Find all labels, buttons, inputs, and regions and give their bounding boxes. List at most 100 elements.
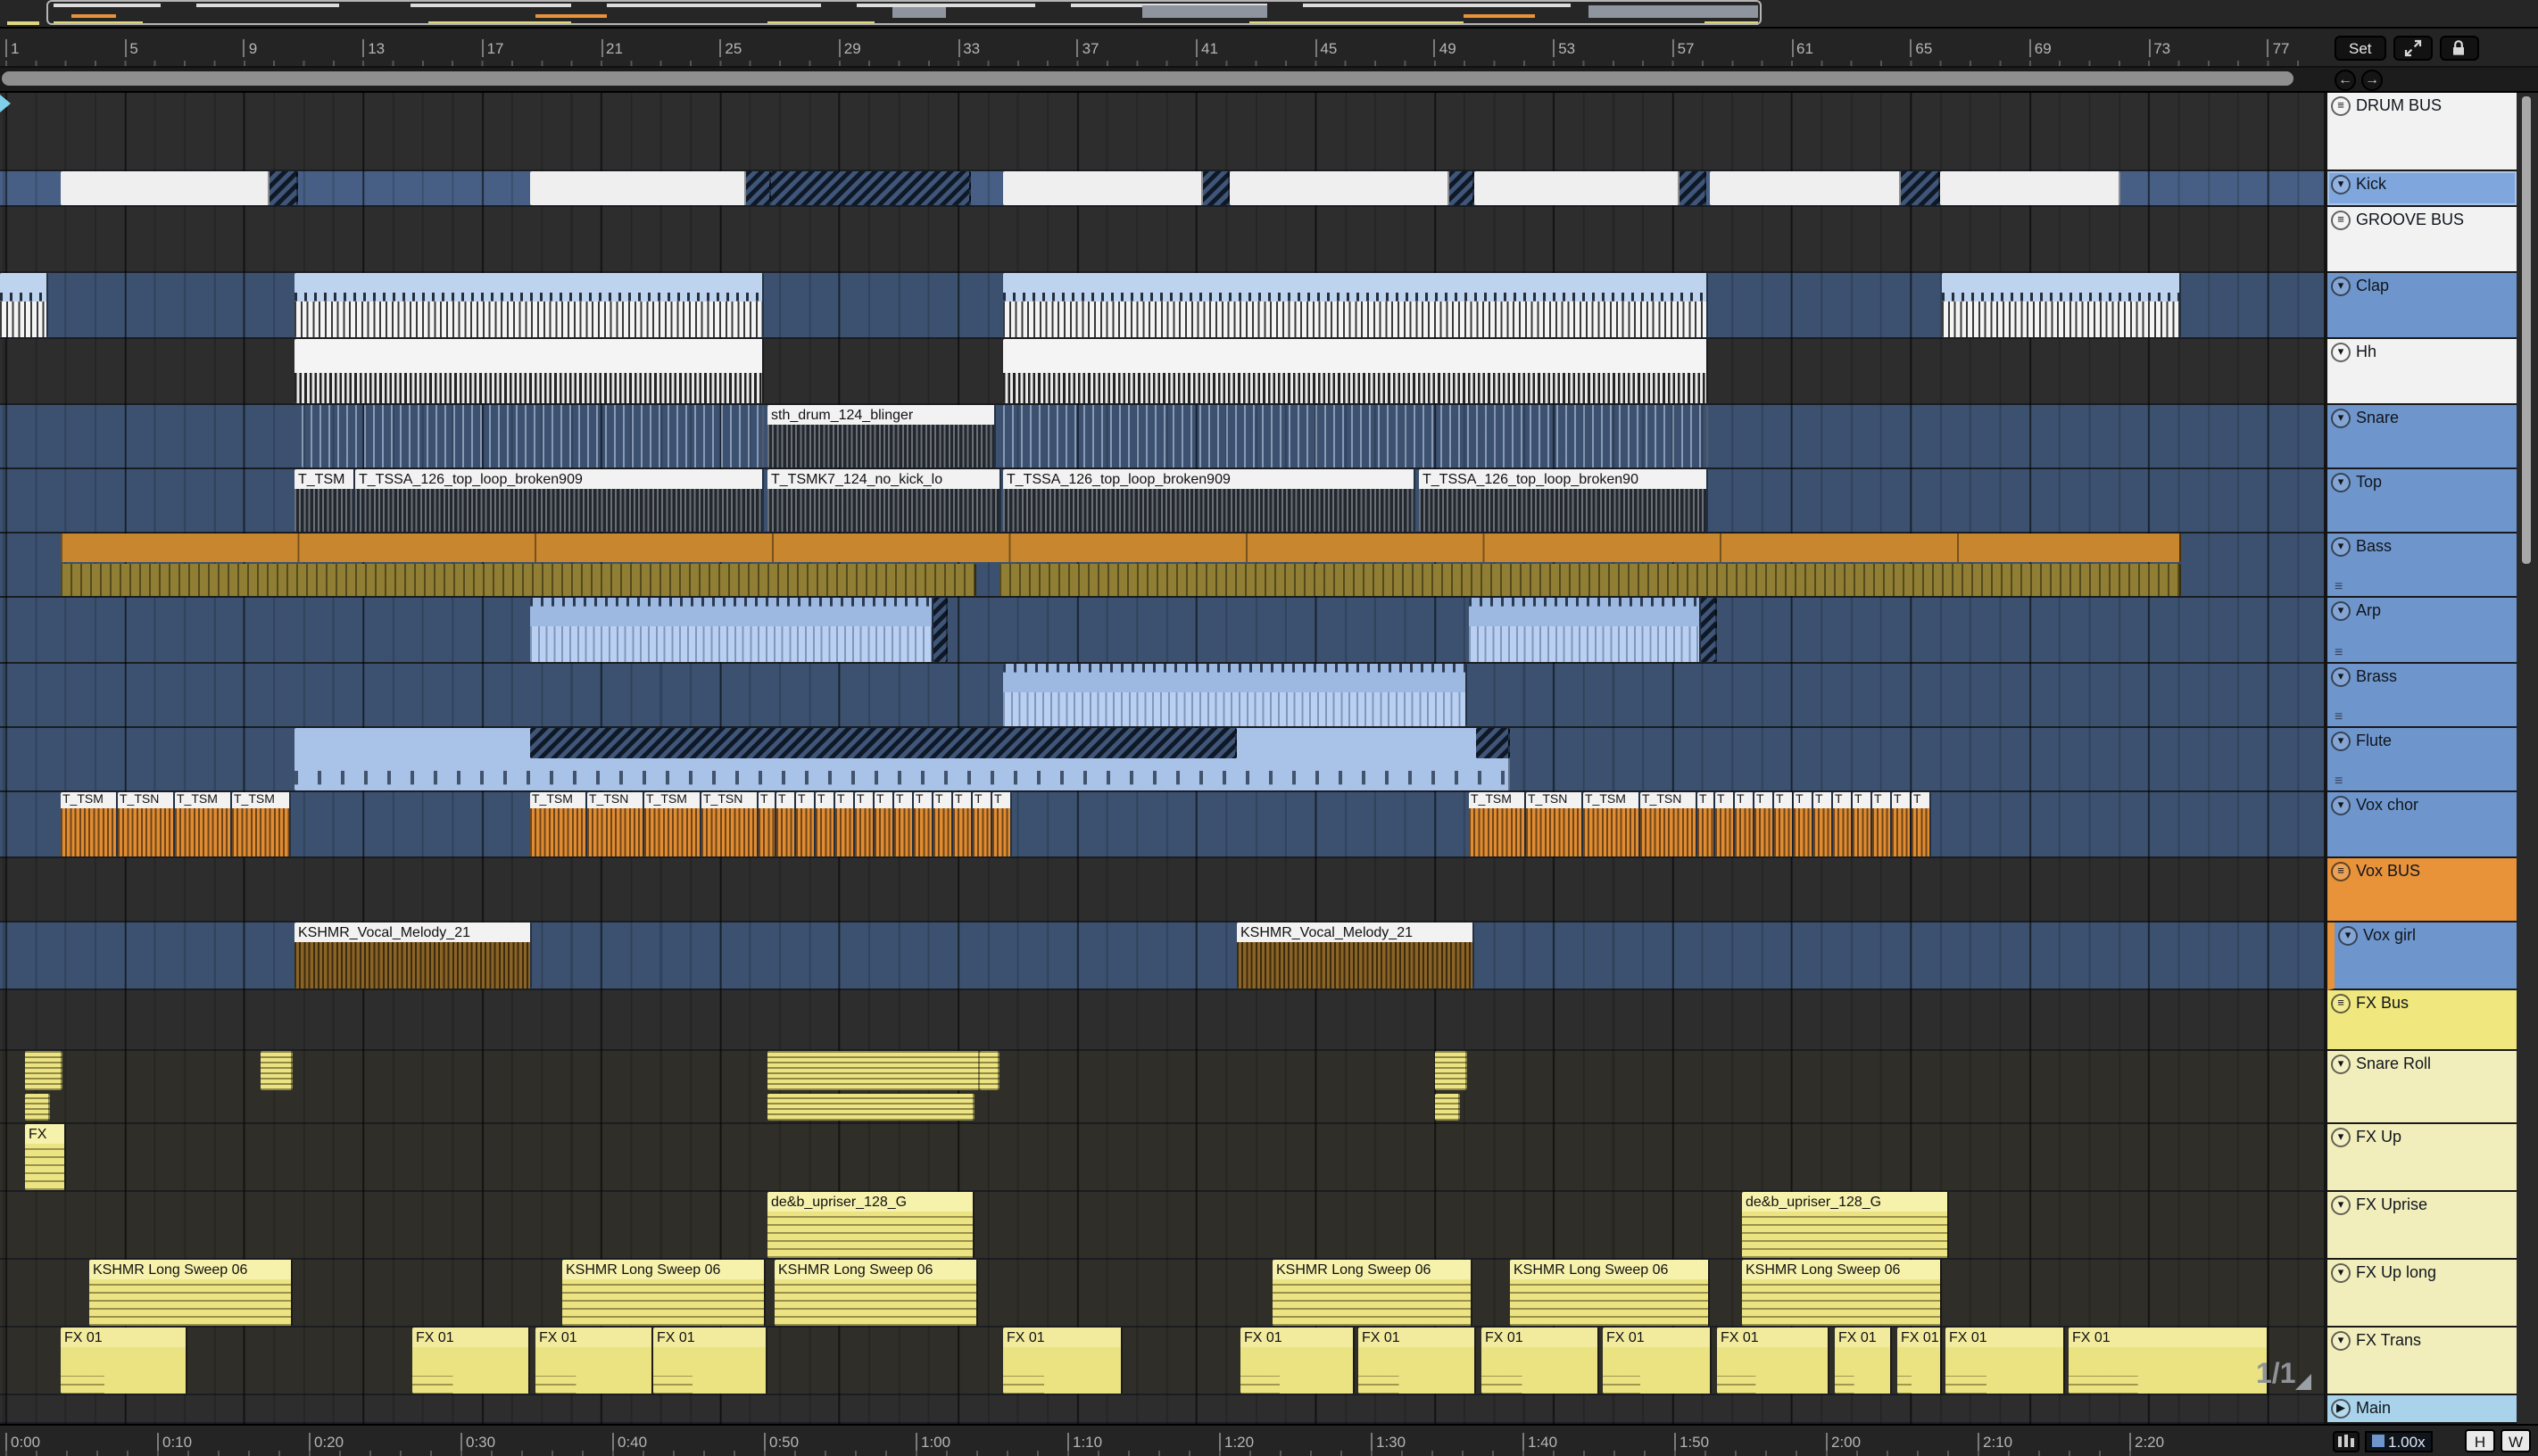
play-icon[interactable]: ▶ xyxy=(2331,1399,2351,1419)
track-header-snare[interactable]: ▾ Snare xyxy=(2327,405,2517,469)
fold-icon[interactable]: ▾ xyxy=(2331,667,2351,687)
clip-vox-chor[interactable]: T xyxy=(1813,792,1833,856)
clip-vox-chor[interactable]: T xyxy=(1735,792,1754,856)
track-lane-snare-roll[interactable] xyxy=(0,1051,2324,1124)
clip-vox-chor[interactable]: T xyxy=(796,792,816,856)
track-header-brass[interactable]: ▾ Brass ≡ xyxy=(2327,664,2517,728)
nav-right-button[interactable]: → xyxy=(2361,69,2383,90)
clip-fx-trans[interactable]: FX 01 xyxy=(412,1328,530,1394)
track-lane-vox-chor[interactable] xyxy=(0,792,2324,858)
clip-kick[interactable] xyxy=(1203,171,1230,205)
clip-fx-uprise[interactable]: de&b_upriser_128_G xyxy=(767,1192,975,1258)
clip-arp[interactable] xyxy=(1469,598,1701,662)
clip-fx-trans[interactable]: FX 01 xyxy=(535,1328,653,1394)
track-header-main[interactable]: ▶ Main xyxy=(2327,1395,2517,1424)
clip-snare-roll[interactable] xyxy=(1435,1093,1460,1121)
clip-fx-up-long[interactable]: KSHMR Long Sweep 06 xyxy=(1510,1260,1710,1326)
h-button[interactable]: H xyxy=(2465,1429,2495,1452)
track-header-groove-bus[interactable]: ≡ GROOVE BUS xyxy=(2327,207,2517,273)
track-header-vox-bus[interactable]: ≡ Vox BUS xyxy=(2327,858,2517,922)
vertical-scrollbar[interactable] xyxy=(2517,93,2538,1424)
track-header-drum-bus[interactable]: ≡ DRUM BUS xyxy=(2327,93,2517,171)
clip-fx-trans[interactable]: FX 01 xyxy=(653,1328,767,1394)
clip-vox-chor[interactable]: T_TSM xyxy=(644,792,701,856)
clip-vox-chor[interactable]: T xyxy=(816,792,835,856)
vertical-scrollbar-thumb[interactable] xyxy=(2522,96,2531,564)
fold-icon[interactable]: ▾ xyxy=(2331,1195,2351,1215)
clip-vox-chor[interactable]: T xyxy=(1872,792,1892,856)
playback-speed-field[interactable]: 1.00x xyxy=(2365,1430,2433,1452)
clip-fx-trans[interactable]: FX 01 xyxy=(1481,1328,1599,1394)
clip-top[interactable]: T_TSSA_126_top_loop_broken909 xyxy=(1003,469,1415,532)
clip-vox-chor[interactable]: T xyxy=(894,792,914,856)
horizontal-scrollbar[interactable] xyxy=(0,68,2327,91)
clip-snare[interactable] xyxy=(302,405,764,467)
group-icon[interactable]: ≡ xyxy=(2331,862,2351,881)
clip-arp[interactable] xyxy=(933,598,948,662)
clip-vox-chor[interactable]: T xyxy=(973,792,992,856)
clip-kick[interactable] xyxy=(1710,171,1901,205)
clip-vox-girl[interactable]: KSHMR_Vocal_Melody_21 xyxy=(294,922,532,989)
clip-vox-chor[interactable]: T xyxy=(953,792,973,856)
clip-top[interactable]: T_TSM xyxy=(294,469,355,532)
fold-icon[interactable]: ▾ xyxy=(2331,1055,2351,1074)
clip-kick[interactable] xyxy=(270,171,298,205)
clip-vox-chor[interactable]: T xyxy=(1715,792,1735,856)
clip-vox-chor[interactable]: T_TSN xyxy=(118,792,175,856)
clip-fx-trans[interactable]: FX 01 xyxy=(1003,1328,1123,1394)
clip-vox-chor[interactable]: T_TSN xyxy=(1526,792,1583,856)
clip-snare-roll[interactable] xyxy=(767,1093,975,1121)
fold-icon[interactable]: ▾ xyxy=(2331,1263,2351,1283)
clip-kick[interactable] xyxy=(1940,171,2120,205)
track-header-bass[interactable]: ▾ Bass ≡ xyxy=(2327,534,2517,598)
clip-kick[interactable] xyxy=(1474,171,1680,205)
track-header-clap[interactable]: ▾ Clap xyxy=(2327,273,2517,339)
clip-vox-chor[interactable]: T xyxy=(933,792,953,856)
clip-fx-trans[interactable]: FX 01 xyxy=(1945,1328,2065,1394)
clip-hh[interactable] xyxy=(294,339,764,403)
fold-icon[interactable]: ▾ xyxy=(2331,343,2351,362)
clip-clap[interactable] xyxy=(294,273,764,337)
fold-icon[interactable]: ▾ xyxy=(2331,1128,2351,1147)
clip-fx-trans[interactable]: FX 01 xyxy=(1358,1328,1476,1394)
clip-vox-chor[interactable]: T xyxy=(914,792,933,856)
clip-vox-chor[interactable]: T_TSN xyxy=(1640,792,1697,856)
clip-vox-chor[interactable]: T xyxy=(1794,792,1813,856)
track-header-fx-uprise[interactable]: ▾ FX Uprise xyxy=(2327,1192,2517,1260)
arrangement-lanes[interactable]: 1/1 sth_drum_124_blinger T_TSM T_TSSA_126_… xyxy=(0,93,2327,1424)
arrangement-overview[interactable] xyxy=(0,0,2538,29)
track-header-arp[interactable]: ▾ Arp ≡ xyxy=(2327,598,2517,664)
clip-vox-chor[interactable]: T_TSM xyxy=(1583,792,1640,856)
track-lane-arp[interactable] xyxy=(0,598,2324,664)
clip-vox-chor[interactable]: T_TSM xyxy=(1469,792,1526,856)
clip-brass[interactable] xyxy=(1003,664,1467,726)
fold-icon[interactable]: ▾ xyxy=(2331,1331,2351,1351)
clip-flute[interactable] xyxy=(1476,728,1510,758)
clip-fx-up-long[interactable]: KSHMR Long Sweep 06 xyxy=(89,1260,293,1326)
clip-vox-chor[interactable]: T xyxy=(1912,792,1931,856)
clip-bass[interactable] xyxy=(61,563,976,596)
fold-icon[interactable]: ▾ xyxy=(2331,277,2351,296)
clip-vox-chor[interactable]: T xyxy=(1774,792,1794,856)
clip-vox-chor[interactable]: T xyxy=(992,792,1012,856)
clip-fx-up[interactable]: FX xyxy=(25,1124,66,1190)
clip-snare[interactable] xyxy=(1003,405,1708,467)
lock-icon-button[interactable] xyxy=(2439,35,2479,60)
track-header-fx-trans[interactable]: ▾ FX Trans xyxy=(2327,1328,2517,1395)
clip-arp[interactable] xyxy=(1701,598,1717,662)
clip-vox-chor[interactable]: T_TSM xyxy=(232,792,291,856)
group-icon[interactable]: ≡ xyxy=(2331,96,2351,116)
fold-icon[interactable]: ▾ xyxy=(2331,537,2351,557)
group-icon[interactable]: ≡ xyxy=(2331,994,2351,1013)
clip-fx-trans[interactable]: FX 01 xyxy=(1897,1328,1942,1394)
clip-snare-roll[interactable] xyxy=(767,1051,980,1090)
fold-icon[interactable]: ▾ xyxy=(2331,732,2351,751)
fold-icon[interactable]: ▾ xyxy=(2331,175,2351,194)
clip-vox-chor[interactable]: T_TSN xyxy=(701,792,759,856)
automation-lane-icon[interactable]: ≡ xyxy=(2335,709,2343,724)
automation-lane-icon[interactable]: ≡ xyxy=(2335,774,2343,789)
clip-clap[interactable] xyxy=(0,273,48,337)
set-button[interactable]: Set xyxy=(2335,35,2386,60)
track-header-vox-chor[interactable]: ▾ Vox chor xyxy=(2327,792,2517,858)
w-button[interactable]: W xyxy=(2501,1429,2531,1452)
